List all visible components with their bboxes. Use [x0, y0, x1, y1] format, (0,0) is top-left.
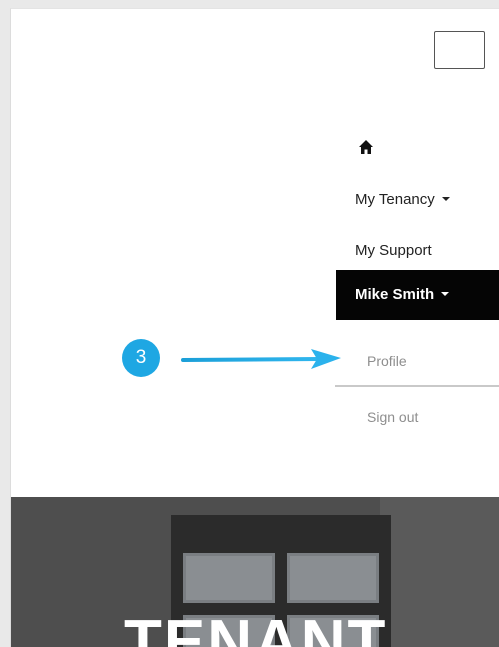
- home-icon-shape: [359, 140, 373, 154]
- nav-item-my-support[interactable]: My Support: [336, 230, 499, 272]
- user-name: Mike Smith: [355, 286, 435, 303]
- user-dropdown-menu: Profile Sign out: [333, 339, 499, 449]
- hero-title: TENANT: [124, 608, 388, 647]
- step-callout-badge: 3: [122, 339, 160, 377]
- caret-down-icon: [441, 292, 450, 297]
- page: My Tenancy My Support Mike Smith Profile…: [10, 8, 499, 647]
- navbar-toggle-button[interactable]: [434, 31, 485, 69]
- callout-arrow-icon: [181, 349, 341, 369]
- dropdown-divider: [335, 385, 499, 387]
- step-number: 3: [135, 347, 147, 368]
- dropdown-item-profile[interactable]: Profile: [333, 339, 499, 383]
- caret-down-icon: [441, 197, 450, 202]
- dropdown-item-sign-out[interactable]: Sign out: [333, 395, 499, 439]
- hero-background: [380, 497, 499, 647]
- nav-item-label: My Tenancy: [355, 191, 435, 208]
- nav-item-my-tenancy[interactable]: My Tenancy: [336, 179, 499, 221]
- dropdown-item-label: Profile: [367, 353, 407, 369]
- home-icon[interactable]: [358, 139, 378, 159]
- nav-item-user-menu[interactable]: Mike Smith: [336, 270, 499, 320]
- nav-item-label: My Support: [355, 242, 432, 259]
- dropdown-item-label: Sign out: [367, 409, 419, 425]
- hero-banner: TENANT: [11, 497, 499, 647]
